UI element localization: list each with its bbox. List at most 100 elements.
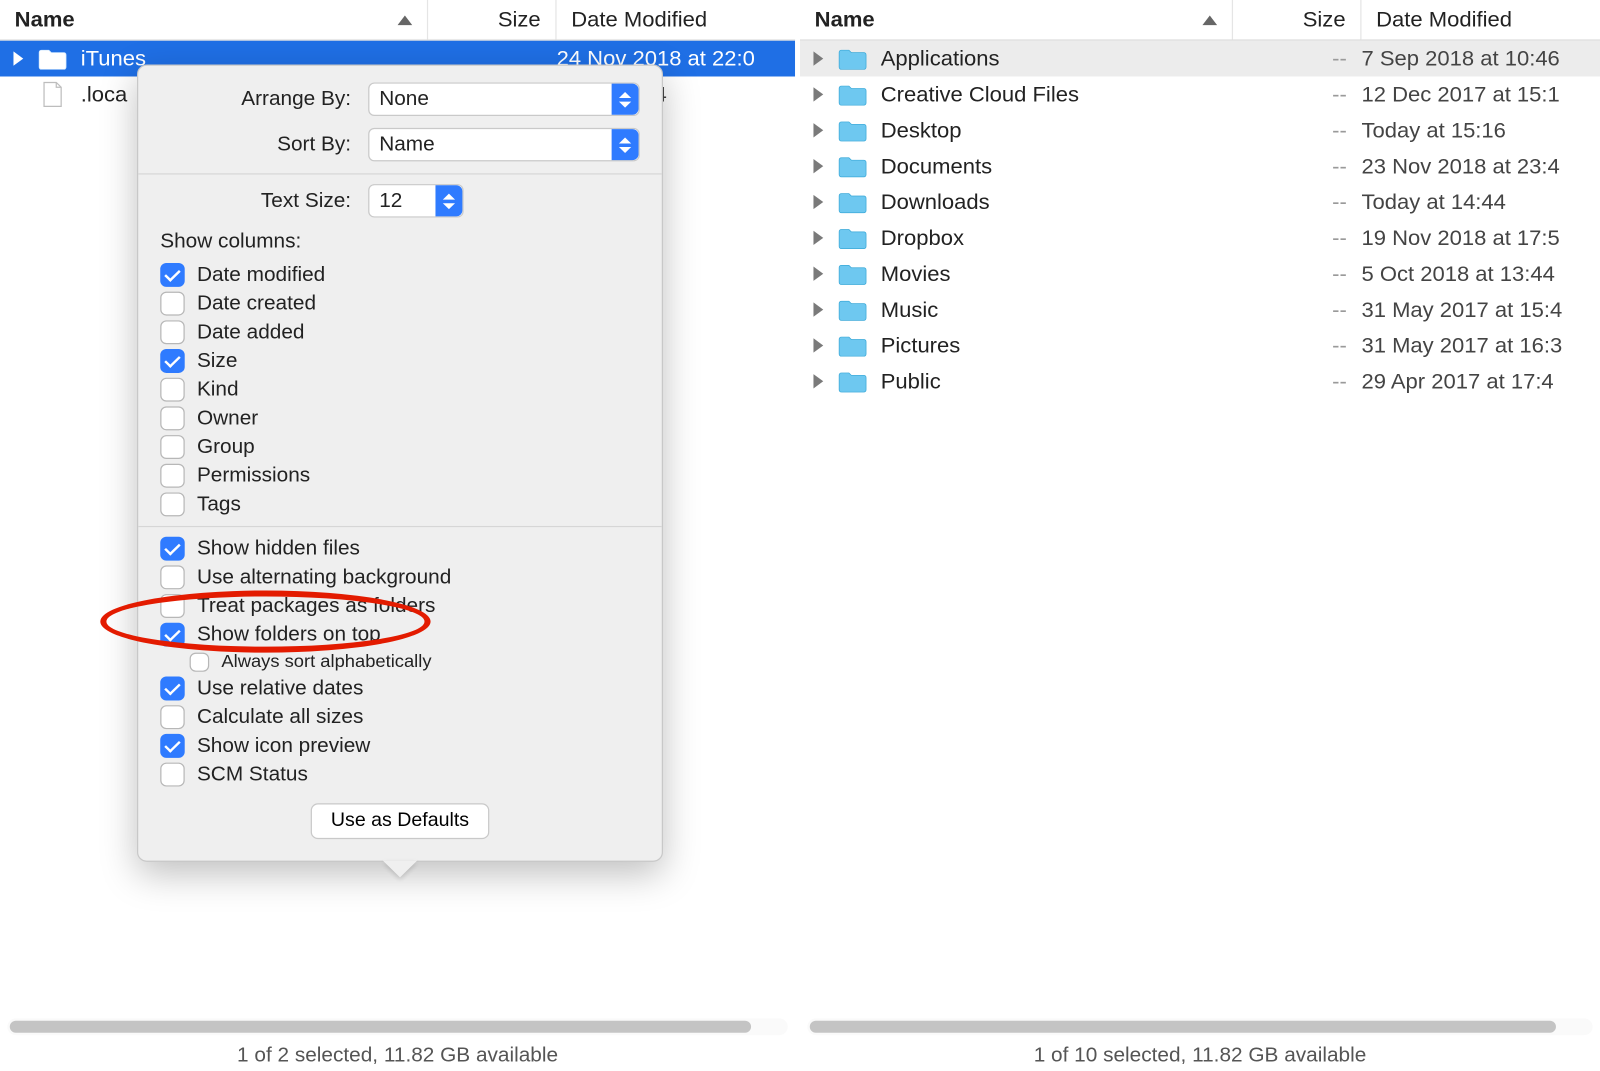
option-checkbox[interactable]: Show icon preview <box>160 734 640 758</box>
stepper-icon <box>612 129 639 160</box>
file-name: Music <box>881 297 1233 322</box>
checkbox-label: Use relative dates <box>197 677 363 701</box>
checkbox-label: Treat packages as folders <box>197 594 435 618</box>
scrollbar-thumb[interactable] <box>10 1021 751 1033</box>
always-sort-alpha-checkbox[interactable]: Always sort alphabetically <box>190 651 640 671</box>
disclosure-triangle-icon[interactable] <box>800 87 837 101</box>
checkbox-box <box>160 464 184 488</box>
file-date: 31 May 2017 at 15:4 <box>1361 297 1600 322</box>
file-row[interactable]: Public--29 Apr 2017 at 17:4 <box>800 363 1600 399</box>
disclosure-triangle-icon[interactable] <box>800 267 837 281</box>
file-row[interactable]: Applications--7 Sep 2018 at 10:46 <box>800 41 1600 77</box>
disclosure-triangle-icon[interactable] <box>800 302 837 316</box>
divider <box>138 173 662 174</box>
column-header-name-label: Name <box>15 7 75 32</box>
show-columns-label: Show columns: <box>160 230 640 254</box>
sort-by-select[interactable]: Name <box>368 128 640 161</box>
file-row[interactable]: Music--31 May 2017 at 15:4 <box>800 292 1600 328</box>
checkbox-label: Always sort alphabetically <box>221 651 431 671</box>
column-checkbox[interactable]: Tags <box>160 492 640 516</box>
checkbox-box <box>160 565 184 589</box>
checkbox-box <box>160 378 184 402</box>
option-checkbox[interactable]: SCM Status <box>160 763 640 787</box>
file-date: 19 Nov 2018 at 17:5 <box>1361 225 1600 250</box>
option-checkbox[interactable]: Use relative dates <box>160 677 640 701</box>
disclosure-triangle-icon[interactable] <box>800 338 837 352</box>
file-size: -- <box>1233 297 1361 322</box>
folder-icon <box>837 81 869 107</box>
column-checkbox[interactable]: Size <box>160 349 640 373</box>
file-row[interactable]: Desktop--Today at 15:16 <box>800 112 1600 148</box>
column-header-size[interactable]: Size <box>1233 0 1361 39</box>
folder-icon <box>837 189 869 215</box>
column-header-date[interactable]: Date Modified <box>557 0 796 39</box>
folder-icon <box>837 261 869 287</box>
file-size: -- <box>1233 82 1361 107</box>
right-pane: Name Size Date Modified Applications--7 … <box>800 0 1600 1071</box>
stepper-icon <box>612 84 639 115</box>
file-name: Dropbox <box>881 225 1233 250</box>
checkbox-box <box>160 435 184 459</box>
column-header-name[interactable]: Name <box>800 0 1233 39</box>
checkbox-label: Date modified <box>197 263 325 287</box>
checkbox-label: SCM Status <box>197 763 308 787</box>
folder-icon <box>837 368 869 394</box>
disclosure-triangle-icon[interactable] <box>800 231 837 245</box>
column-header-date[interactable]: Date Modified <box>1361 0 1600 39</box>
option-checkbox[interactable]: Show hidden files <box>160 537 640 561</box>
disclosure-triangle-icon[interactable] <box>800 195 837 209</box>
column-checkbox[interactable]: Permissions <box>160 464 640 488</box>
checkbox-box <box>160 492 184 516</box>
text-size-select[interactable]: 12 <box>368 184 463 217</box>
option-checkbox[interactable]: Use alternating background <box>160 565 640 589</box>
checkbox-box <box>160 292 184 316</box>
file-row[interactable]: Pictures--31 May 2017 at 16:3 <box>800 328 1600 364</box>
file-size: -- <box>1233 118 1361 143</box>
left-column-header: Name Size Date Modified <box>0 0 795 41</box>
column-checkbox[interactable]: Date created <box>160 292 640 316</box>
scrollbar-thumb[interactable] <box>810 1021 1556 1033</box>
sort-caret-icon <box>1202 15 1217 25</box>
divider <box>138 526 662 527</box>
checkbox-box <box>160 734 184 758</box>
checkbox-label: Tags <box>197 492 241 516</box>
file-name: Downloads <box>881 189 1233 214</box>
checkbox-box <box>190 652 210 671</box>
checkbox-label: Use alternating background <box>197 565 451 589</box>
arrange-by-select[interactable]: None <box>368 82 640 115</box>
file-icon <box>37 81 69 107</box>
disclosure-triangle-icon[interactable] <box>0 51 37 65</box>
disclosure-triangle-icon[interactable] <box>800 374 837 388</box>
stepper-icon <box>435 185 462 216</box>
option-checkbox[interactable]: Show folders on top <box>160 623 640 647</box>
column-checkbox[interactable]: Date modified <box>160 263 640 287</box>
checkbox-box <box>160 263 184 287</box>
file-name: Movies <box>881 261 1233 286</box>
column-checkbox[interactable]: Kind <box>160 378 640 402</box>
column-header-size[interactable]: Size <box>428 0 556 39</box>
left-horizontal-scrollbar[interactable] <box>7 1018 787 1035</box>
use-as-defaults-button[interactable]: Use as Defaults <box>310 803 490 839</box>
file-row[interactable]: Movies--5 Oct 2018 at 13:44 <box>800 256 1600 292</box>
checkbox-box <box>160 705 184 729</box>
disclosure-triangle-icon[interactable] <box>800 123 837 137</box>
disclosure-triangle-icon[interactable] <box>800 51 837 65</box>
file-row[interactable]: Dropbox--19 Nov 2018 at 17:5 <box>800 220 1600 256</box>
right-horizontal-scrollbar[interactable] <box>807 1018 1592 1035</box>
file-row[interactable]: Creative Cloud Files--12 Dec 2017 at 15:… <box>800 77 1600 113</box>
file-row[interactable]: Downloads--Today at 14:44 <box>800 184 1600 220</box>
checkbox-box <box>160 763 184 787</box>
column-checkbox[interactable]: Owner <box>160 406 640 430</box>
file-row[interactable]: Documents--23 Nov 2018 at 23:4 <box>800 148 1600 184</box>
checkbox-label: Date added <box>197 320 305 344</box>
column-checkbox[interactable]: Group <box>160 435 640 459</box>
file-date: 29 Apr 2017 at 17:4 <box>1361 369 1600 394</box>
option-checkbox[interactable]: Calculate all sizes <box>160 705 640 729</box>
checkbox-label: Owner <box>197 406 258 430</box>
option-checkbox[interactable]: Treat packages as folders <box>160 594 640 618</box>
checkbox-label: Show hidden files <box>197 537 360 561</box>
disclosure-triangle-icon[interactable] <box>800 159 837 173</box>
column-header-date-label: Date Modified <box>571 7 707 32</box>
column-checkbox[interactable]: Date added <box>160 320 640 344</box>
column-header-name[interactable]: Name <box>0 0 428 39</box>
